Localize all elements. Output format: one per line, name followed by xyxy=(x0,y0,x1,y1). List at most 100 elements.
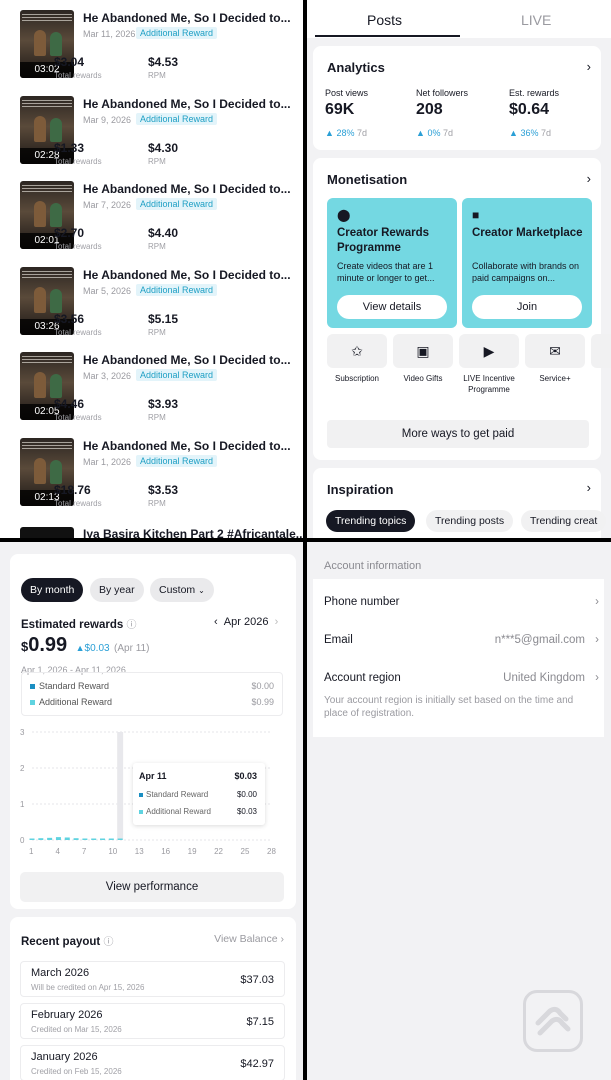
video-row[interactable]: 03:02 He Abandoned Me, So I Decided to...… xyxy=(20,10,300,90)
email-row[interactable]: Email n***5@gmail.com › xyxy=(324,634,599,646)
chevron-right-icon[interactable]: › xyxy=(587,59,591,74)
video-date: Mar 3, 2026 xyxy=(83,371,132,381)
payout-amount: $7.15 xyxy=(246,1016,274,1028)
rpm-value: $4.30 xyxy=(148,140,179,155)
monetisation-option[interactable]: ○ LI xyxy=(591,334,611,384)
payout-title-label: Recent payout xyxy=(21,936,101,948)
tab-live[interactable]: LIVE xyxy=(521,12,551,28)
subscription-icon[interactable]: ✩ xyxy=(327,334,387,368)
chevron-right-icon[interactable]: › xyxy=(275,616,279,628)
video-camera-icon[interactable]: ▶ xyxy=(459,334,519,368)
chevron-left-icon[interactable]: ‹ xyxy=(214,616,218,628)
video-title: He Abandoned Me, So I Decided to... xyxy=(83,438,291,453)
stat-period: 7d xyxy=(442,128,453,138)
y-tick-label: 0 xyxy=(20,836,25,845)
monetisation-option[interactable]: ▶ LIVE Incentive Programme xyxy=(459,334,519,395)
info-icon[interactable]: ⓘ xyxy=(103,937,113,948)
monetisation-title: Monetisation xyxy=(327,172,408,187)
segment-by-month[interactable]: By month xyxy=(21,578,84,602)
creator-rewards-card[interactable]: ⬤ Creator Rewards Programme Create video… xyxy=(327,198,457,328)
rpm-value: $3.53 xyxy=(148,482,179,497)
x-tick-label: 10 xyxy=(108,847,117,856)
y-tick-label: 3 xyxy=(20,728,25,737)
rpm-label: RPM xyxy=(148,498,166,508)
estimated-rewards-label: Estimated rewards xyxy=(21,619,124,631)
legend-value: $0.00 xyxy=(251,681,274,691)
video-row[interactable]: 02:28 He Abandoned Me, So I Decided to...… xyxy=(20,95,300,176)
tab-posts[interactable]: Posts xyxy=(367,12,402,28)
video-row[interactable]: 03:26 He Abandoned Me, So I Decided to...… xyxy=(20,266,300,347)
video-thumbnail[interactable] xyxy=(20,527,74,538)
stat-change: ▲ 0% 7d xyxy=(416,128,468,138)
chart-bar xyxy=(64,837,70,840)
video-title: He Abandoned Me, So I Decided to... xyxy=(83,11,291,25)
chevron-right-icon[interactable]: › xyxy=(587,480,591,495)
tooltip-date: Apr 11 xyxy=(139,771,167,781)
phone-number-row[interactable]: Phone number › xyxy=(324,596,599,608)
monetisation-option[interactable]: ✉ Service+ xyxy=(525,334,585,384)
pill-trending-posts[interactable]: Trending posts xyxy=(426,510,514,532)
amount-value: 0.99 xyxy=(28,634,68,656)
chart-bar xyxy=(47,837,53,840)
stat-change-value: 36% xyxy=(520,128,539,138)
gift-icon[interactable]: ▣ xyxy=(393,334,453,368)
video-title[interactable]: Iya Basira Kitchen Part 2 #Africantale..… xyxy=(83,527,303,538)
segment-by-year[interactable]: By year xyxy=(90,578,144,602)
payout-note: Credited on Feb 15, 2026 xyxy=(31,1067,122,1076)
legend-label: Standard Reward xyxy=(39,681,110,691)
creator-marketplace-title: Creator Marketplace xyxy=(472,227,583,239)
more-ways-button[interactable]: More ways to get paid xyxy=(327,420,589,448)
segment-custom[interactable]: Custom ⌄ xyxy=(150,578,214,602)
creator-rewards-title: Creator Rewards Programme xyxy=(337,227,430,254)
chart-bar xyxy=(108,838,114,840)
monetisation-option[interactable]: ▣ Video Gifts xyxy=(393,334,453,384)
delta-date: (Apr 11) xyxy=(114,643,150,654)
x-tick-label: 13 xyxy=(135,847,144,856)
email-label: Email xyxy=(324,634,353,646)
account-region-value: United Kingdom xyxy=(503,672,585,684)
view-details-button[interactable]: View details xyxy=(337,295,447,319)
tooltip-total: $0.03 xyxy=(234,771,257,781)
live-icon[interactable]: ○ xyxy=(591,334,611,368)
option-label: LI xyxy=(591,373,611,384)
chevron-right-icon: › xyxy=(595,672,599,684)
plus-circle-icon: ⬤ xyxy=(337,208,351,222)
video-row[interactable]: 02:13 He Abandoned Me, So I Decided to...… xyxy=(20,437,300,518)
payout-title: Recent payout ⓘ xyxy=(21,933,113,948)
chevron-right-icon[interactable]: › xyxy=(587,171,591,186)
account-heading: Account information xyxy=(324,560,422,572)
additional-reward-badge: Additional Reward xyxy=(136,198,218,210)
pill-trending-creators[interactable]: Trending creat xyxy=(521,510,607,532)
x-tick-label: 7 xyxy=(82,847,87,856)
thumbnail-caption xyxy=(22,99,72,108)
analytics-stat: Post views 69K ▲ 28% 7d xyxy=(325,88,368,138)
tooltip-swatch xyxy=(139,792,143,797)
stat-label: Net followers xyxy=(416,88,469,98)
creator-marketplace-card[interactable]: ■ Creator Marketplace Collaborate with b… xyxy=(462,198,592,328)
chat-icon[interactable]: ✉ xyxy=(525,334,585,368)
view-performance-button[interactable]: View performance xyxy=(20,872,284,902)
tooltip-value: $0.03 xyxy=(236,807,257,816)
video-row[interactable]: 02:01 He Abandoned Me, So I Decided to...… xyxy=(20,181,300,261)
stat-value: 208 xyxy=(416,101,443,118)
thumbnail-figure xyxy=(50,459,62,484)
join-button[interactable]: Join xyxy=(472,295,582,319)
account-region-row[interactable]: Account region United Kingdom › xyxy=(324,672,599,684)
option-label: Service+ xyxy=(539,374,571,383)
monetisation-option[interactable]: ✩ Subscription xyxy=(327,334,387,384)
payout-row[interactable]: January 2026 Credited on Feb 15, 2026 $42.… xyxy=(20,1045,285,1080)
inspiration-title: Inspiration xyxy=(327,482,394,497)
total-rewards-label: Total rewards xyxy=(54,156,102,166)
payout-row[interactable]: February 2026 Credited on Mar 15, 2026 $7.… xyxy=(20,1003,285,1039)
video-row[interactable]: 02:05 He Abandoned Me, So I Decided to...… xyxy=(20,352,300,432)
payout-row[interactable]: March 2026 Will be credited on Apr 15, 20… xyxy=(20,961,285,997)
view-balance-link[interactable]: View Balance › xyxy=(214,933,284,945)
month-picker[interactable]: ‹ Apr 2026 › xyxy=(214,616,278,628)
chart-bar xyxy=(82,838,88,840)
account-information-panel: Account information Phone number › Email… xyxy=(307,542,611,1080)
lock-icon: ■ xyxy=(472,208,480,222)
info-icon[interactable]: ⓘ xyxy=(126,620,136,631)
analytics-card[interactable]: Analytics › Post views 69K ▲ 28% 7d Net fol… xyxy=(313,46,601,150)
pill-trending-topics[interactable]: Trending topics xyxy=(326,510,416,532)
video-date: Mar 1, 2026 xyxy=(83,456,132,467)
